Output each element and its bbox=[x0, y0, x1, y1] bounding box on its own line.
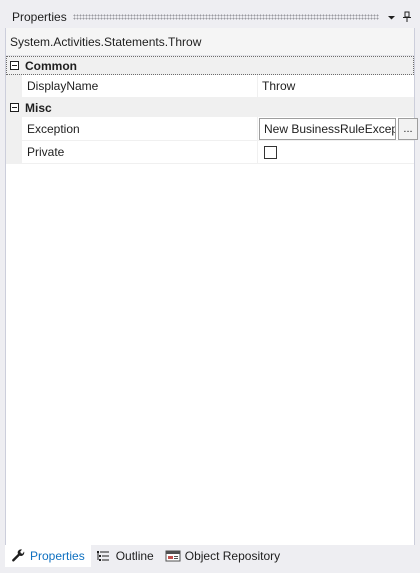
property-name: Private bbox=[22, 141, 258, 163]
tab-outline[interactable]: Outline bbox=[91, 545, 160, 567]
category-common[interactable]: Common bbox=[6, 56, 414, 75]
property-row-private[interactable]: Private bbox=[6, 141, 414, 164]
category-label: Misc bbox=[25, 100, 52, 115]
object-repository-icon bbox=[165, 548, 181, 564]
category-misc[interactable]: Misc bbox=[6, 98, 414, 117]
exception-editor-button[interactable]: ... bbox=[398, 117, 418, 140]
outline-icon bbox=[96, 548, 112, 564]
property-grid: Common DisplayName Throw Misc Exception … bbox=[6, 56, 418, 164]
displayname-value[interactable]: Throw bbox=[258, 75, 414, 97]
category-label: Common bbox=[25, 58, 77, 73]
titlebar-grip[interactable] bbox=[72, 14, 379, 20]
collapse-icon[interactable] bbox=[10, 103, 19, 112]
tab-properties[interactable]: Properties bbox=[5, 545, 91, 567]
tab-label: Properties bbox=[30, 549, 85, 563]
selected-object-type: System.Activities.Statements.Throw bbox=[6, 28, 414, 56]
properties-panel: System.Activities.Statements.Throw Commo… bbox=[5, 28, 418, 545]
wrench-icon bbox=[10, 548, 26, 564]
property-row-exception[interactable]: Exception New BusinessRuleExcep ... bbox=[6, 117, 418, 141]
property-name: Exception bbox=[22, 117, 258, 140]
panel-title: Properties bbox=[12, 10, 67, 24]
pin-icon[interactable] bbox=[399, 8, 415, 26]
tab-object-repository[interactable]: Object Repository bbox=[160, 545, 286, 567]
property-name: DisplayName bbox=[22, 75, 258, 97]
panel-titlebar: Properties bbox=[5, 6, 415, 28]
exception-value-field[interactable]: New BusinessRuleExcep bbox=[259, 117, 396, 140]
private-checkbox[interactable] bbox=[264, 145, 277, 159]
panel-tabs: Properties Outline Object Repository bbox=[5, 545, 415, 567]
collapse-icon[interactable] bbox=[10, 61, 19, 70]
tab-label: Object Repository bbox=[184, 549, 281, 563]
property-row-displayname[interactable]: DisplayName Throw bbox=[6, 75, 414, 98]
tab-label: Outline bbox=[115, 549, 154, 563]
dropdown-arrow-icon[interactable] bbox=[383, 8, 399, 26]
